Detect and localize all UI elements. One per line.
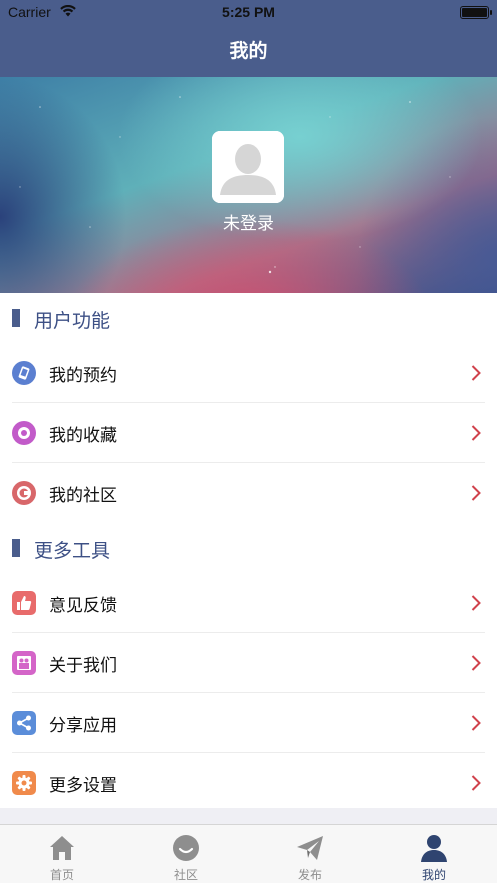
- tab-label: 社区: [173, 868, 198, 882]
- clock: 5:25 PM: [222, 4, 275, 20]
- section-title: 用户功能: [34, 310, 111, 332]
- menu-item-label: 我的收藏: [49, 426, 117, 446]
- tab-publish[interactable]: 发布: [248, 825, 372, 883]
- battery-icon: [460, 6, 492, 19]
- tab-community[interactable]: 社区: [124, 825, 248, 883]
- tab-label: 首页: [49, 868, 74, 882]
- favorites-icon: [12, 421, 36, 445]
- paper-plane-icon: [295, 833, 325, 863]
- tab-home[interactable]: 首页: [0, 825, 124, 883]
- section-marker: [12, 539, 20, 557]
- menu-item-favorites[interactable]: 我的收藏: [0, 403, 497, 463]
- menu-item-label: 我的社区: [49, 486, 117, 506]
- default-avatar-icon: [212, 131, 284, 203]
- menu-item-more-settings[interactable]: 更多设置: [0, 753, 497, 813]
- menu-item-appointments[interactable]: 我的预约: [0, 343, 497, 403]
- appointment-icon: [12, 361, 36, 385]
- section-title: 更多工具: [34, 540, 111, 562]
- chevron-right-icon: [471, 594, 481, 612]
- tab-label: 我的: [421, 868, 446, 882]
- tab-bar: 首页 社区 发布 我的: [0, 824, 497, 883]
- chevron-right-icon: [471, 654, 481, 672]
- menu-item-about-us[interactable]: 关于我们: [0, 633, 497, 693]
- person-icon: [419, 833, 449, 863]
- chevron-right-icon: [471, 484, 481, 502]
- menu-item-community[interactable]: 我的社区: [0, 463, 497, 523]
- menu-item-label: 关于我们: [49, 656, 117, 676]
- menu-item-label: 分享应用: [49, 716, 117, 736]
- gear-icon: [12, 771, 36, 795]
- share-icon: [12, 711, 36, 735]
- nav-bar: 我的: [0, 26, 497, 77]
- tab-mine[interactable]: 我的: [372, 825, 496, 883]
- menu-list: 用户功能 我的预约 我的收藏 我的社区 更多工具 意见反馈 关于我们 分享应用 …: [0, 293, 497, 813]
- chevron-right-icon: [471, 774, 481, 792]
- chevron-right-icon: [471, 424, 481, 442]
- menu-item-label: 我的预约: [49, 366, 117, 386]
- about-icon: [12, 651, 36, 675]
- section-header-more-tools: 更多工具: [0, 523, 497, 573]
- tab-label: 发布: [297, 868, 322, 882]
- menu-item-label: 更多设置: [49, 776, 117, 796]
- menu-item-label: 意见反馈: [49, 596, 117, 616]
- menu-item-feedback[interactable]: 意见反馈: [0, 573, 497, 633]
- status-bar: Carrier 5:25 PM: [0, 0, 497, 26]
- home-icon: [47, 833, 77, 863]
- section-header-user-functions: 用户功能: [0, 293, 497, 343]
- page-title: 我的: [229, 40, 268, 62]
- chevron-right-icon: [471, 714, 481, 732]
- menu-item-share-app[interactable]: 分享应用: [0, 693, 497, 753]
- spacer: [0, 808, 497, 824]
- section-marker: [12, 309, 20, 327]
- community-icon: [12, 481, 36, 505]
- smile-icon: [171, 833, 201, 863]
- thumbs-up-icon: [12, 591, 36, 615]
- login-status[interactable]: 未登录: [0, 209, 497, 234]
- profile-header: 未登录: [0, 77, 497, 293]
- chevron-right-icon: [471, 364, 481, 382]
- avatar[interactable]: [212, 131, 284, 203]
